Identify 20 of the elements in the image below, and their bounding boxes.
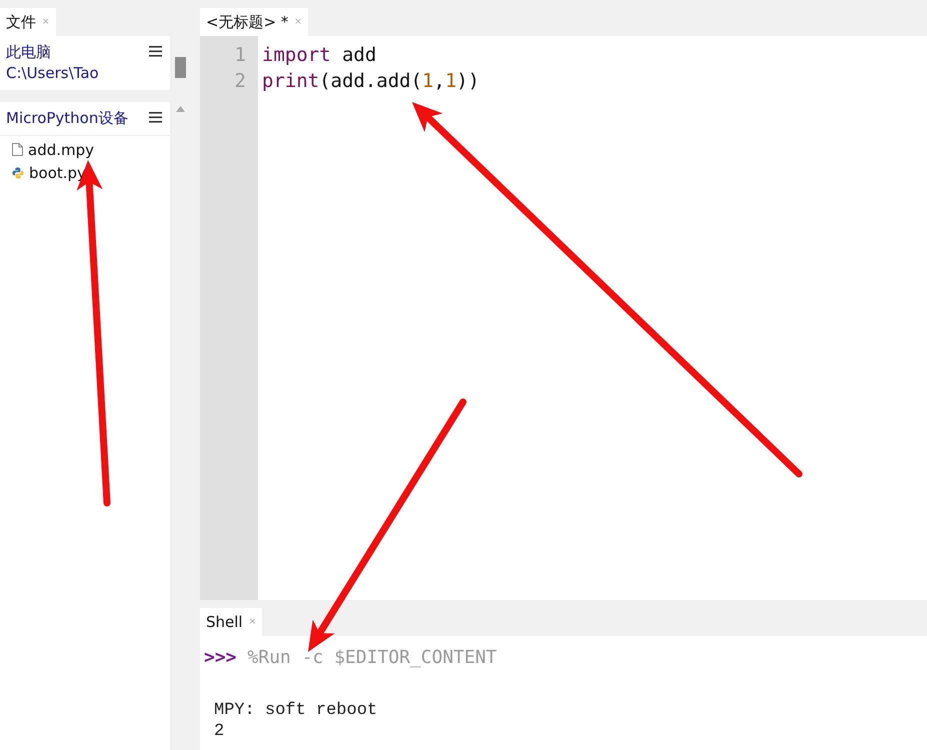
- line-number: 1: [234, 43, 247, 68]
- menu-icon[interactable]: [149, 46, 162, 57]
- folder-path: C:\Users\Tao: [5, 63, 100, 84]
- line-number: 2: [234, 69, 247, 94]
- files-tab[interactable]: 文件 ×: [0, 8, 56, 36]
- file-icon: [12, 143, 23, 156]
- shell-output: MPY: soft reboot: [213, 700, 378, 721]
- shell-tab[interactable]: Shell ×: [200, 608, 262, 636]
- file-name[interactable]: add.mpy: [28, 140, 94, 158]
- editor-tab[interactable]: <无标题> * ×: [200, 8, 308, 36]
- shell-command: %Run -c $EDITOR_CONTENT: [248, 646, 497, 668]
- scrollbar-thumb[interactable]: [174, 57, 186, 78]
- python-file-icon: [12, 166, 24, 178]
- code-line: import add: [262, 43, 378, 68]
- panel-title: 此电脑: [6, 42, 51, 63]
- shell-prompt: >>>: [204, 646, 237, 668]
- panel-title: MicroPython设备: [6, 108, 128, 129]
- code-line: print(add.add(1,1)): [262, 69, 480, 94]
- menu-icon[interactable]: [149, 112, 162, 123]
- shell-output: 2: [213, 721, 226, 742]
